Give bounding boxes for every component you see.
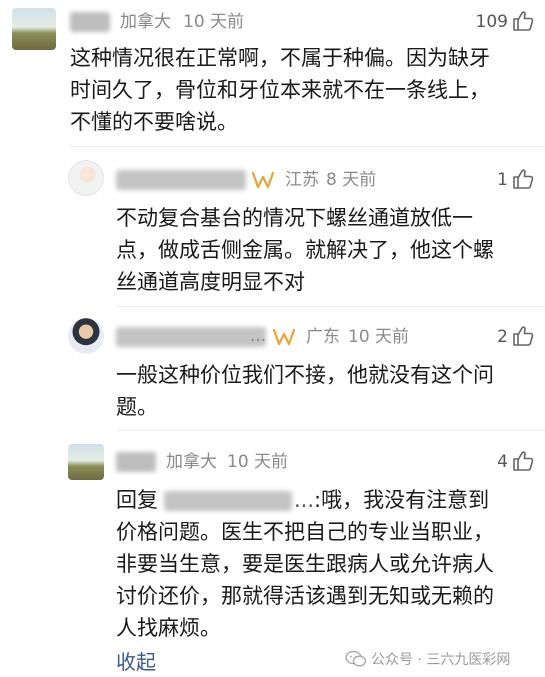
comment-time: 10 天前 xyxy=(183,12,245,32)
comment-time: 8 天前 xyxy=(326,170,377,190)
collapse-button[interactable]: 收起 xyxy=(116,650,156,674)
comment-line: 这种情况很在正常啊，不属于种偏。因为缺牙 xyxy=(70,46,490,70)
wechat-icon xyxy=(345,650,367,667)
comment-body: 一般这种价位我们不接，他就没有这个问 题。 xyxy=(116,359,494,423)
thumbs-up-icon[interactable] xyxy=(512,10,536,32)
comment-line: 丝通道高度明显不对 xyxy=(116,270,305,294)
reply-target-redacted[interactable] xyxy=(164,491,292,511)
comment-line: 价格问题。医生不把自己的专业当职业， xyxy=(116,520,494,544)
thumbs-up-icon[interactable] xyxy=(512,450,536,472)
thumbs-up-icon[interactable] xyxy=(512,325,536,347)
username-ellipsis: ... xyxy=(250,326,267,346)
like-count: 4 xyxy=(497,452,508,472)
vip-badge-icon xyxy=(272,328,296,346)
divider xyxy=(70,146,545,147)
comment-body: 回复 ...:哦，我没有注意到 价格问题。医生不把自己的专业当职业， 非要当生意，… xyxy=(116,484,494,644)
comment-time: 10 天前 xyxy=(227,452,289,472)
comment-line: 一般这种价位我们不接，他就没有这个问 xyxy=(116,363,494,387)
username-redacted[interactable] xyxy=(116,327,266,347)
comment-body: 不动复合基台的情况下螺丝通道放低一 点，做成舌侧金属。就解决了，他这个螺 丝通道… xyxy=(116,202,494,298)
reply-first-line: 回复 ...:哦，我没有注意到 xyxy=(116,484,494,516)
comment-region: 加拿大 xyxy=(166,452,217,472)
like-count: 2 xyxy=(497,327,508,347)
divider xyxy=(116,430,545,431)
comment-line: 不懂的不要啥说。 xyxy=(70,110,238,134)
reply-target-ellipsis: ... xyxy=(294,488,315,512)
reply-prefix: 回复 xyxy=(116,488,158,512)
comment-body: 这种情况很在正常啊，不属于种偏。因为缺牙 时间久了，骨位和牙位本来就不在一条线上… xyxy=(70,42,490,138)
divider xyxy=(116,306,545,307)
comment-region: 加拿大 xyxy=(120,12,171,32)
comment-line: 讨价还价，那就得活该遇到无知或无赖的 xyxy=(116,584,494,608)
avatar[interactable] xyxy=(68,160,104,196)
avatar[interactable] xyxy=(68,444,104,480)
comment-time: 10 天前 xyxy=(348,327,410,347)
comment-line: 人找麻烦。 xyxy=(116,616,221,640)
comment-line: :哦，我没有注意到 xyxy=(314,488,490,512)
like-count: 109 xyxy=(475,12,508,32)
username-redacted[interactable] xyxy=(116,452,156,472)
avatar[interactable] xyxy=(68,318,104,354)
username-redacted[interactable] xyxy=(116,170,246,190)
avatar[interactable] xyxy=(12,8,56,50)
comment-line: 题。 xyxy=(116,395,158,419)
comment-line: 非要当生意，要是医生跟病人或允许病人 xyxy=(116,552,494,576)
thumbs-up-icon[interactable] xyxy=(512,168,536,190)
username-redacted[interactable] xyxy=(70,12,110,32)
comment-line: 点，做成舌侧金属。就解决了，他这个螺 xyxy=(116,238,494,262)
watermark-text: 公众号 · 三六九医彩网 xyxy=(371,652,511,668)
vip-badge-icon xyxy=(251,171,275,189)
comment-region: 广东 xyxy=(306,327,340,347)
comment-region: 江苏 xyxy=(285,170,319,190)
like-count: 1 xyxy=(497,170,508,190)
comment-line: 时间久了，骨位和牙位本来就不在一条线上， xyxy=(70,78,490,102)
comment-line: 不动复合基台的情况下螺丝通道放低一 xyxy=(116,206,473,230)
